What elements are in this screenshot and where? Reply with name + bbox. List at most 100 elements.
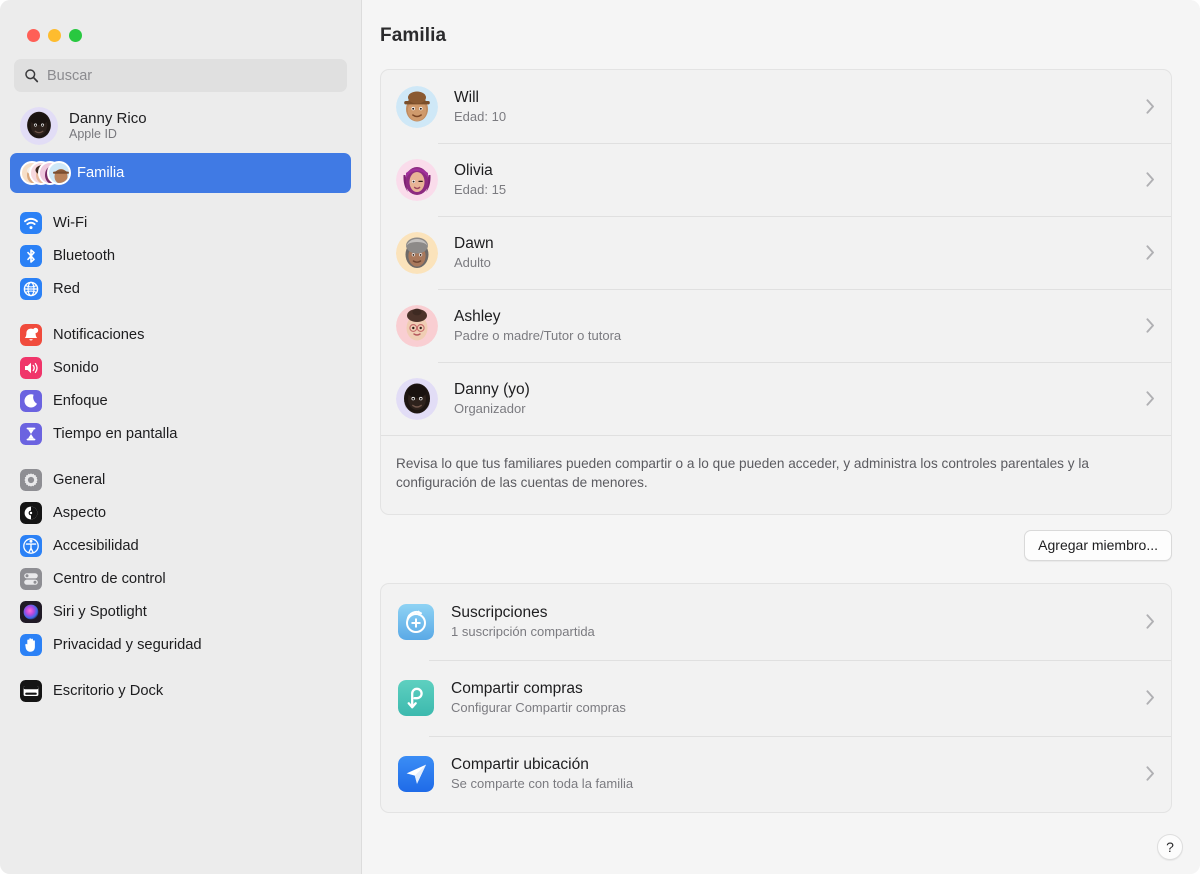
hand-privacy-icon (20, 634, 42, 656)
family-member-row[interactable]: Danny (yo) Organizador (381, 362, 1171, 435)
location-sharing-icon (398, 755, 434, 792)
sidebar: Danny Rico Apple ID (0, 0, 362, 874)
service-subtitle: Se comparte con toda la familia (451, 776, 634, 792)
help-button[interactable]: ? (1157, 834, 1183, 860)
content-area: Will Edad: 10 Olivia Edad: 15 Dawn Adult… (362, 47, 1200, 813)
sidebar-item-general[interactable]: General (10, 464, 351, 496)
service-text: Compartir compras Configurar Compartir c… (451, 680, 1146, 715)
sidebar-item-enfoque[interactable]: Enfoque (10, 385, 351, 417)
account-name: Danny Rico (69, 109, 147, 127)
search-input[interactable] (47, 67, 337, 84)
member-name: Will (454, 89, 479, 106)
zoom-window-button[interactable] (69, 29, 82, 42)
family-services-card: Suscripciones 1 suscripción compartida C… (380, 582, 1172, 813)
sidebar-item-label: Wi-Fi (53, 215, 88, 231)
sidebar-item-centro-de-control[interactable]: Centro de control (10, 563, 351, 595)
siri-icon (20, 601, 42, 623)
member-text: Ashley Padre o madre/Tutor o tutora (454, 308, 1146, 343)
avatar (396, 85, 438, 128)
sidebar-item-label: Enfoque (53, 393, 108, 409)
search-box[interactable] (14, 59, 347, 92)
main-panel: Familia Will Edad: 10 Olivia Edad: 15 Da… (362, 0, 1200, 874)
chevron-right-icon (1146, 766, 1154, 781)
sidebar-item-aspecto[interactable]: Aspecto (10, 497, 351, 529)
sidebar-item-label: Tiempo en pantalla (53, 426, 178, 442)
sidebar-item-label: Red (53, 281, 80, 297)
page-title: Familia (380, 25, 447, 46)
member-name: Olivia (454, 162, 493, 179)
control-center-icon (20, 568, 42, 590)
desktop-dock-icon (20, 680, 42, 702)
service-title: Compartir compras (451, 680, 583, 698)
member-text: Olivia Edad: 15 (454, 162, 1146, 197)
add-member-button[interactable]: Agregar miembro... (1024, 529, 1172, 561)
minimize-window-button[interactable] (48, 29, 61, 42)
moon-icon (20, 390, 42, 412)
sidebar-item-sonido[interactable]: Sonido (10, 352, 351, 384)
service-subtitle: Configurar Compartir compras (451, 700, 626, 716)
bluetooth-icon (20, 245, 42, 267)
sidebar-item-label: General (53, 472, 106, 488)
sidebar-item-label: Accesibilidad (53, 538, 139, 554)
sidebar-item-label: Escritorio y Dock (53, 683, 164, 699)
sidebar-item-wifi[interactable]: Wi-Fi (10, 207, 351, 239)
window-traffic-lights (0, 0, 361, 42)
family-footnote: Revisa lo que tus familiares pueden comp… (381, 435, 1171, 514)
family-member-row[interactable]: Will Edad: 10 (381, 70, 1171, 143)
chevron-right-icon (1146, 391, 1154, 406)
member-role: Organizador (454, 401, 526, 416)
appearance-icon (20, 502, 42, 524)
chevron-right-icon (1146, 99, 1154, 114)
subscriptions-icon (398, 603, 434, 640)
family-member-row[interactable]: Dawn Adulto (381, 216, 1171, 289)
member-name: Dawn (454, 235, 494, 252)
close-window-button[interactable] (27, 29, 40, 42)
avatar (396, 158, 438, 201)
family-avatars-icon (20, 159, 71, 187)
sidebar-item-label: Centro de control (53, 571, 166, 587)
sidebar-item-label: Sonido (53, 360, 99, 376)
sidebar-item-siri-y-spotlight[interactable]: Siri y Spotlight (10, 596, 351, 628)
member-role: Edad: 10 (454, 109, 507, 124)
chevron-right-icon (1146, 614, 1154, 629)
service-title: Suscripciones (451, 604, 548, 622)
nav-divider (10, 662, 351, 675)
sidebar-item-apple-id[interactable]: Danny Rico Apple ID (10, 101, 351, 151)
add-member-row: Agregar miembro... (380, 515, 1172, 561)
avatar (396, 304, 438, 347)
avatar (396, 231, 438, 274)
memoji-avatar (20, 107, 58, 145)
sidebar-item-familia[interactable]: Familia (10, 153, 351, 193)
service-row-subscriptions[interactable]: Suscripciones 1 suscripción compartida (381, 584, 1171, 660)
service-row-location-sharing[interactable]: Compartir ubicación Se comparte con toda… (381, 735, 1171, 812)
sidebar-item-label: Familia (77, 165, 125, 181)
speaker-icon (20, 357, 42, 379)
sidebar-item-bluetooth[interactable]: Bluetooth (10, 240, 351, 272)
sidebar-item-red[interactable]: Red (10, 273, 351, 305)
sidebar-item-notificaciones[interactable]: Notificaciones (10, 319, 351, 351)
sidebar-item-label: Privacidad y seguridad (53, 637, 202, 653)
sidebar-item-privacidad-y-seguridad[interactable]: Privacidad y seguridad (10, 629, 351, 661)
sidebar-item-label: Siri y Spotlight (53, 604, 147, 620)
member-role: Padre o madre/Tutor o tutora (454, 328, 622, 343)
member-role: Adulto (454, 255, 491, 270)
chevron-right-icon (1146, 318, 1154, 333)
sidebar-item-escritorio-y-dock[interactable]: Escritorio y Dock (10, 675, 351, 707)
purchase-sharing-icon (398, 679, 434, 716)
member-text: Danny (yo) Organizador (454, 381, 1146, 416)
service-row-purchase-sharing[interactable]: Compartir compras Configurar Compartir c… (381, 659, 1171, 736)
accessibility-icon (20, 535, 42, 557)
service-title: Compartir ubicación (451, 756, 589, 774)
sidebar-item-label: Aspecto (53, 505, 107, 521)
avatar (396, 377, 438, 420)
member-name: Ashley (454, 308, 501, 325)
service-text: Compartir ubicación Se comparte con toda… (451, 756, 1146, 791)
family-member-row[interactable]: Ashley Padre o madre/Tutor o tutora (381, 289, 1171, 362)
chevron-right-icon (1146, 690, 1154, 705)
sidebar-item-tiempo-en-pantalla[interactable]: Tiempo en pantalla (10, 418, 351, 450)
service-subtitle: 1 suscripción compartida (451, 624, 595, 640)
sidebar-item-label: Notificaciones (53, 327, 145, 343)
family-member-row[interactable]: Olivia Edad: 15 (381, 143, 1171, 216)
sidebar-item-accesibilidad[interactable]: Accesibilidad (10, 530, 351, 562)
gear-icon (20, 469, 42, 491)
